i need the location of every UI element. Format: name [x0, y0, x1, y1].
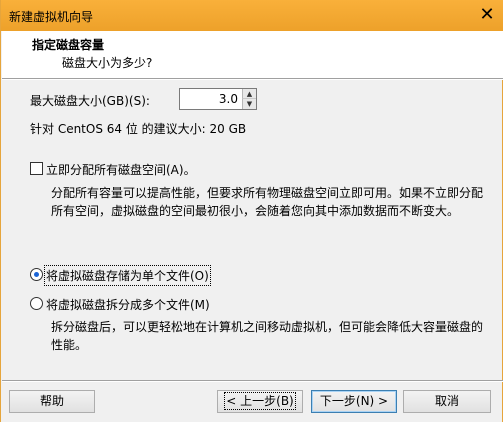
split-description: 拆分磁盘后，可以更轻松地在计算机之间移动虚拟机，但可能会降低大容量磁盘的性能。 [51, 320, 484, 352]
header-divider [2, 78, 503, 80]
disk-size-stepper[interactable]: ▲ ▼ [179, 88, 257, 110]
title-bar[interactable]: 新建虚拟机向导 ✕ [1, 0, 503, 31]
radio-split-files-label[interactable]: 将虚拟磁盘拆分成多个文件(M) [46, 296, 210, 313]
max-disk-size-label: 最大磁盘大小(GB)(S): [30, 94, 150, 108]
allocate-description: 分配所有容量可以提高性能，但要求所有物理磁盘空间立即可用。如果不立即分配所有空间… [51, 186, 484, 218]
allocate-all-checkbox[interactable] [30, 162, 43, 175]
footer-divider [2, 380, 503, 382]
new-vm-wizard-window: 新建虚拟机向导 ✕ 指定磁盘容量 磁盘大小为多少? 最大磁盘大小(GB)(S):… [0, 0, 503, 422]
allocate-all-label[interactable]: 立即分配所有磁盘空间(A)。 [46, 161, 196, 178]
next-button[interactable]: 下一步(N) > [311, 390, 397, 413]
disk-size-input[interactable] [182, 91, 240, 107]
recommended-size-text: 针对 CentOS 64 位 的建议大小: 20 GB [30, 122, 247, 136]
page-subtitle: 磁盘大小为多少? [62, 56, 153, 70]
window-title: 新建虚拟机向导 [9, 10, 94, 24]
help-button[interactable]: 帮助 [9, 390, 95, 413]
close-icon[interactable]: ✕ [476, 5, 498, 25]
prev-button-label: < 上一步(B) [224, 392, 296, 410]
wizard-header: 指定磁盘容量 磁盘大小为多少? [2, 31, 503, 80]
page-title: 指定磁盘容量 [32, 38, 105, 52]
cancel-button[interactable]: 取消 [403, 390, 491, 413]
radio-single-file-label[interactable]: 将虚拟磁盘存储为单个文件(O) [44, 265, 211, 286]
radio-single-file-dot[interactable] [30, 268, 43, 281]
prev-button[interactable]: < 上一步(B) [217, 390, 303, 413]
radio-split-files-dot[interactable] [30, 297, 43, 310]
spin-down-icon[interactable]: ▼ [242, 99, 256, 109]
spin-up-icon[interactable]: ▲ [242, 89, 256, 99]
